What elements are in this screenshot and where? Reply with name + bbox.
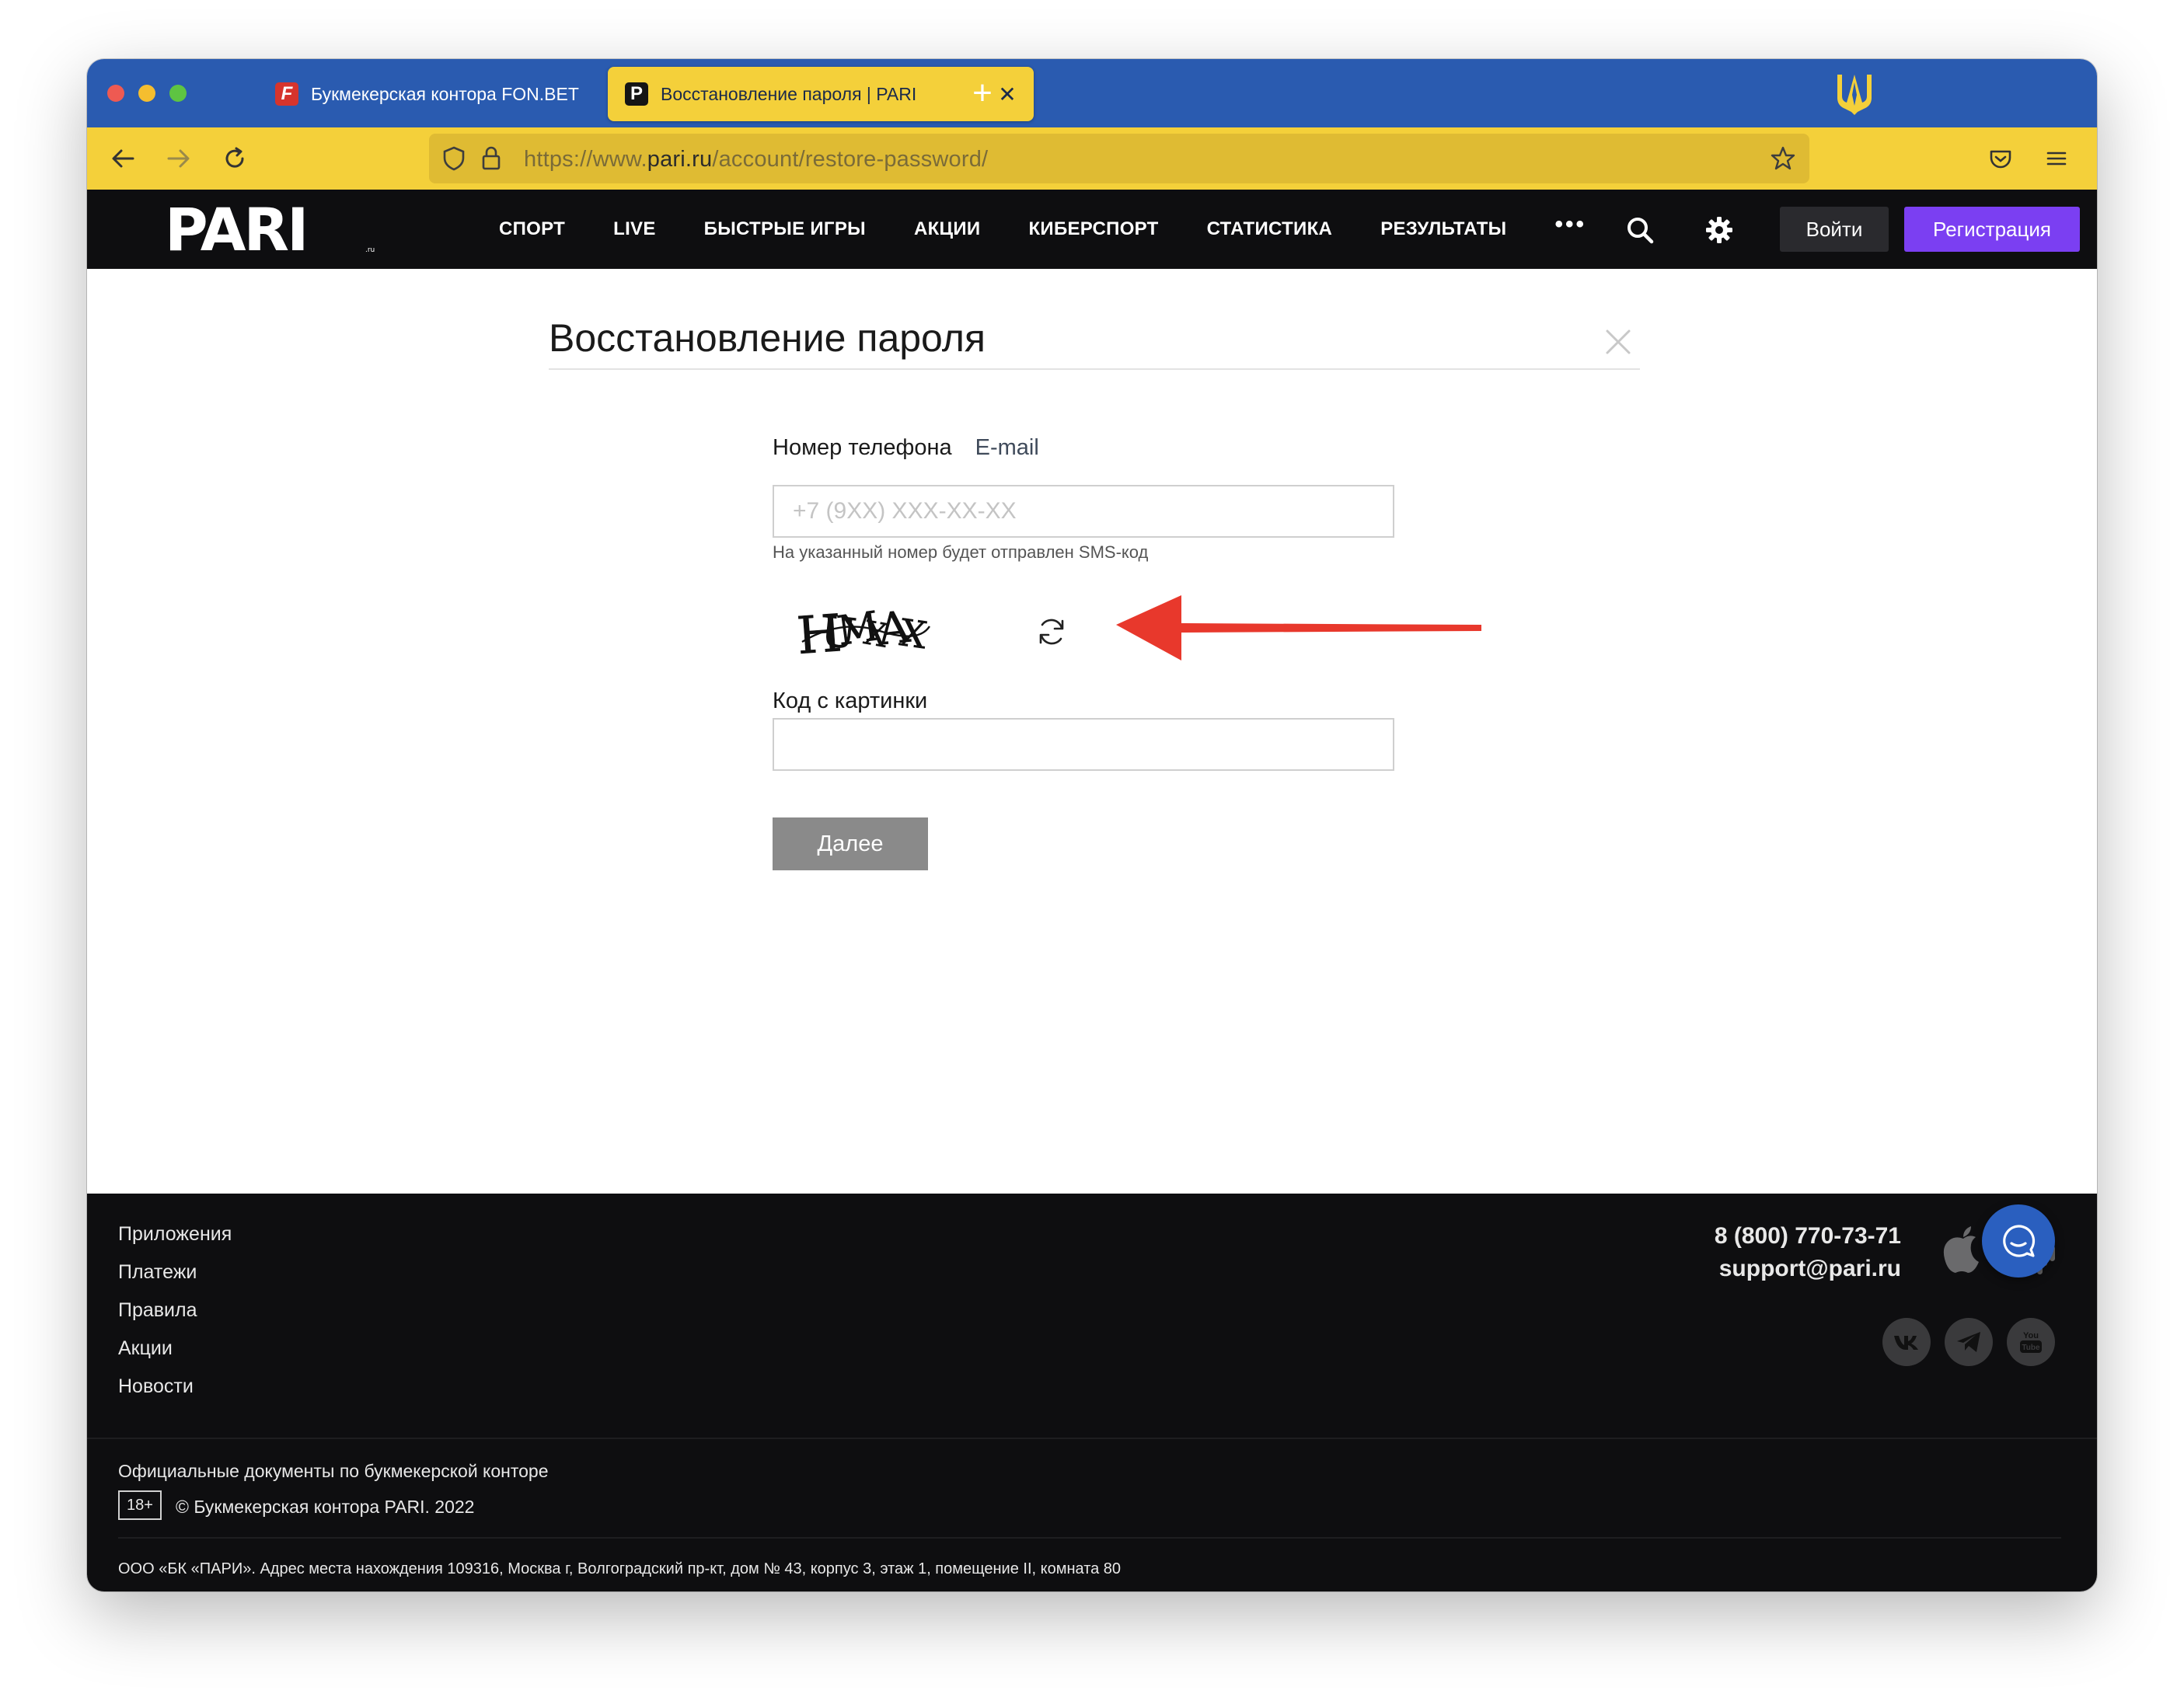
footer-link-rules[interactable]: Правила [118,1299,232,1337]
captcha-code-input[interactable] [773,718,1394,771]
copyright-text: © Букмекерская контора PARI. 2022 [176,1497,475,1517]
url-path: /account/restore-password/ [712,147,989,172]
support-email[interactable]: support@pari.ru [1719,1256,1901,1282]
refresh-captcha-icon[interactable] [1034,614,1069,650]
page-title: Восстановление пароля [549,316,986,360]
address-bar[interactable]: https://www.pari.ru/account/restore-pass… [429,134,1809,183]
footer-divider [118,1537,2061,1539]
close-window-button[interactable] [107,85,124,102]
svg-text:You: You [2023,1331,2039,1340]
register-button[interactable]: Регистрация [1904,207,2080,252]
captcha-code-label: Код с картинки [773,688,928,713]
youtube-button[interactable]: You Tube [2007,1318,2055,1366]
tab-title: Букмекерская контора FON.BET [311,83,579,104]
menu-results[interactable]: РЕЗУЛЬТАТЫ [1380,218,1506,240]
menu-esports[interactable]: КИБЕРСПОРТ [1028,218,1158,240]
footer-link-apps[interactable]: Приложения [118,1223,232,1261]
browser-toolbar: https://www.pari.ru/account/restore-pass… [87,127,2097,190]
pari-favicon-icon: P [625,82,648,106]
official-documents-link[interactable]: Официальные документы по букмекерской ко… [118,1461,549,1482]
next-button[interactable]: Далее [773,817,928,870]
svg-text:X: X [897,611,930,657]
fonbet-favicon-icon: F [275,82,298,106]
svg-text:Tube: Tube [2022,1344,2040,1352]
footer-link-promotions[interactable]: Акции [118,1337,232,1375]
menu-promotions[interactable]: АКЦИИ [914,218,981,240]
shield-icon[interactable] [440,145,468,173]
title-divider [549,368,1640,370]
apple-icon[interactable] [1940,1225,1987,1276]
hamburger-menu-icon [2046,152,2067,166]
url-host: pari.ru [647,147,713,172]
footer-divider [87,1438,2097,1439]
close-icon[interactable] [1603,326,1634,357]
menu-live[interactable]: LIVE [613,218,656,240]
support-phone[interactable]: 8 (800) 770-73-71 [1715,1223,1901,1250]
annotation-arrow-icon [1116,595,1481,661]
reload-icon [225,147,244,168]
bookmark-star-icon[interactable] [1769,145,1797,173]
forward-button[interactable] [160,140,197,177]
tab-title: Восстановление пароля | PARI [661,83,917,104]
captcha-image: H U M X A X [794,601,931,665]
menu-sport[interactable]: СПОРТ [499,218,565,240]
search-icon[interactable] [1624,214,1655,246]
phone-input[interactable] [773,485,1394,538]
youtube-icon: You Tube [2020,1331,2042,1353]
company-address: ООО «БК «ПАРИ». Адрес места нахождения 1… [118,1560,1122,1577]
lock-icon[interactable] [477,145,505,173]
footer-link-payments[interactable]: Платежи [118,1261,232,1299]
back-arrow-icon [112,149,134,168]
forward-arrow-icon [167,149,190,168]
url-scheme: https://www. [524,147,647,172]
new-tab-button[interactable]: + [962,73,1003,113]
menu-fast-games[interactable]: БЫСТРЫЕ ИГРЫ [704,218,866,240]
tab-phone[interactable]: Номер телефона [773,435,952,461]
vk-button[interactable] [1882,1318,1931,1366]
telegram-icon [1957,1332,1980,1352]
url-text[interactable]: https://www.pari.ru/account/restore-pass… [524,147,988,173]
age-restriction-badge: 18+ [118,1490,162,1520]
sms-hint: На указанный номер будет отправлен SMS-к… [773,542,1149,562]
trident-icon [1837,75,1872,115]
login-button[interactable]: Войти [1780,207,1889,252]
restore-method-tabs: Номер телефона E-mail [773,435,1039,461]
app-menu-button[interactable] [2038,140,2075,177]
logo-domain: .ru [365,246,375,254]
settings-gear-icon[interactable] [1704,214,1735,246]
telegram-button[interactable] [1945,1318,1993,1366]
browser-window: F Букмекерская контора FON.BET ✕ P Восст… [87,59,2097,1591]
pari-logo[interactable]: PARI .ru [165,204,387,255]
back-button[interactable] [104,140,141,177]
footer-links: Приложения Платежи Правила Акции Новости [118,1223,232,1413]
menu-statistics[interactable]: СТАТИСТИКА [1207,218,1333,240]
site-header: PARI .ru СПОРТ LIVE БЫСТРЫЕ ИГРЫ АКЦИИ К… [87,190,2097,269]
main-menu: СПОРТ LIVE БЫСТРЫЕ ИГРЫ АКЦИИ КИБЕРСПОРТ… [499,190,1586,269]
more-menu-button[interactable]: ••• [1554,211,1586,238]
site-footer: Приложения Платежи Правила Акции Новости… [87,1194,2097,1591]
pocket-icon [1990,150,2011,169]
zoom-window-button[interactable] [169,85,187,102]
pocket-button[interactable] [1982,140,2019,177]
vk-icon [1894,1336,1918,1350]
logo-text: PARI [165,204,306,255]
chat-bubble-icon [2003,1225,2036,1257]
tab-bar: F Букмекерская контора FON.BET ✕ P Восст… [87,59,2097,127]
support-chat-button[interactable] [1982,1204,2055,1278]
minimize-window-button[interactable] [138,85,155,102]
main-content: Восстановление пароля Номер телефона E-m… [87,269,2097,1194]
tab-email[interactable]: E-mail [975,435,1039,461]
footer-link-news[interactable]: Новости [118,1375,232,1413]
reload-button[interactable] [216,140,253,177]
